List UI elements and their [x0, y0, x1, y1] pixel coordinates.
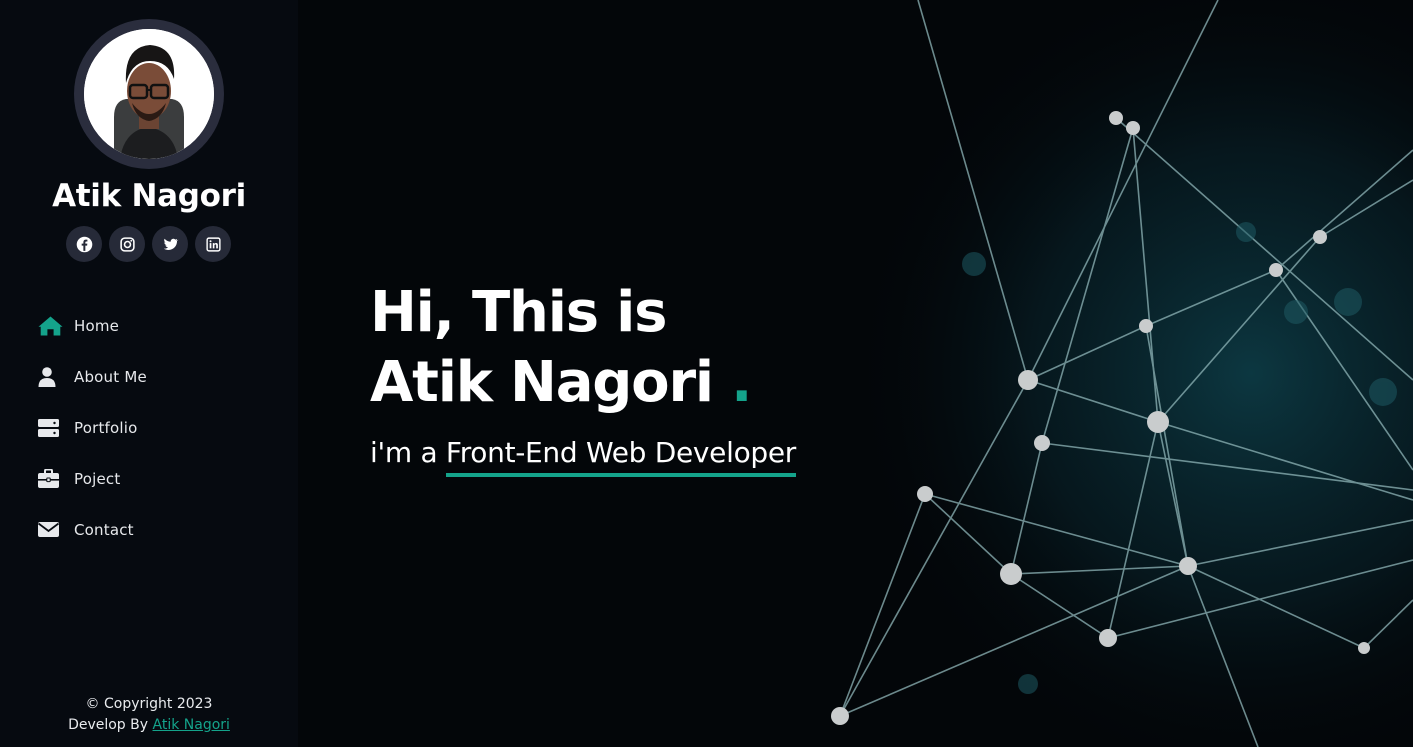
develop-by-label: Develop By	[68, 717, 149, 733]
server-icon	[38, 417, 74, 439]
sidebar-nav: Home About Me Portfolio Poject Contact	[38, 300, 278, 555]
nav-label-about-me: About Me	[74, 367, 147, 386]
facebook-icon	[76, 236, 92, 252]
hero-subtitle: i'm a Front-End Web Developer	[370, 436, 1070, 477]
nav-item-contact[interactable]: Contact	[38, 504, 278, 555]
avatar-ring	[74, 19, 224, 169]
twitter-link[interactable]	[152, 226, 188, 262]
hero-text: Hi, This is Atik Nagori . i'm a Front-En…	[370, 278, 1070, 477]
avatar-photo	[84, 29, 214, 159]
envelope-icon	[38, 519, 74, 541]
facebook-link[interactable]	[66, 226, 102, 262]
briefcase-icon	[38, 468, 74, 490]
user-icon	[38, 366, 74, 388]
nav-label-contact: Contact	[74, 520, 134, 539]
role-text: Front-End Web Developer	[445, 436, 796, 477]
nav-label-home: Home	[74, 316, 120, 335]
instagram-link[interactable]	[109, 226, 145, 262]
copyright-text: © Copyright 2023	[85, 696, 213, 712]
home-icon	[38, 315, 74, 337]
linkedin-icon	[205, 236, 221, 252]
hero-name-line: Atik Nagori .	[370, 348, 1070, 418]
hero-name: Atik Nagori	[370, 350, 714, 415]
sidebar: Atik Nagori Home About Me Portfolio Poje…	[0, 0, 298, 747]
profile-name: Atik Nagori	[52, 178, 246, 214]
linkedin-link[interactable]	[195, 226, 231, 262]
social-links	[66, 226, 231, 262]
hero-section: Hi, This is Atik Nagori . i'm a Front-En…	[298, 0, 1413, 747]
hero-dot: .	[731, 350, 752, 415]
page: Atik Nagori Home About Me Portfolio Poje…	[0, 0, 1413, 747]
nav-label-portfolio: Portfolio	[74, 418, 138, 437]
twitter-icon	[163, 238, 179, 250]
nav-item-home[interactable]: Home	[38, 300, 278, 351]
nav-item-poject[interactable]: Poject	[38, 453, 278, 504]
develop-by-line: Develop By Atik Nagori	[0, 715, 298, 736]
sidebar-footer: © Copyright 2023 Develop By Atik Nagori	[0, 694, 298, 736]
nav-item-portfolio[interactable]: Portfolio	[38, 402, 278, 453]
author-link[interactable]: Atik Nagori	[153, 717, 230, 733]
nav-item-about-me[interactable]: About Me	[38, 351, 278, 402]
instagram-icon	[119, 236, 135, 252]
avatar	[84, 29, 214, 159]
subtitle-prefix: i'm a	[370, 436, 438, 469]
nav-label-poject: Poject	[74, 469, 121, 488]
hero-greeting: Hi, This is	[370, 280, 667, 345]
